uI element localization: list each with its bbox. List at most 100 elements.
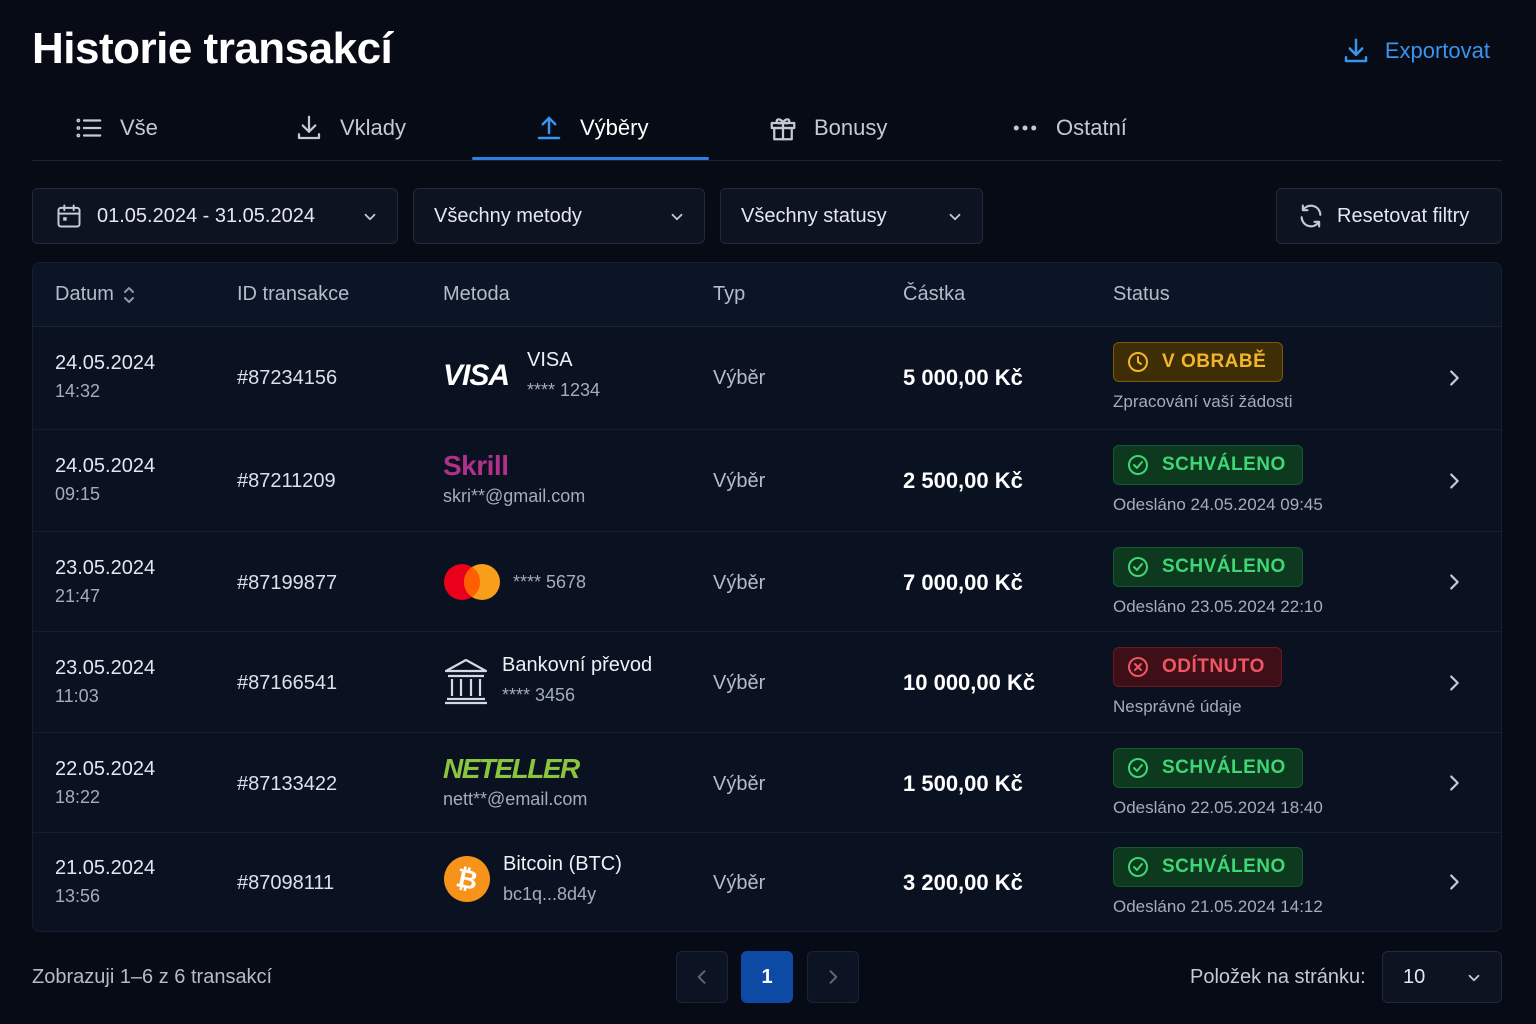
row-time: 09:15 [55,484,101,504]
check-circle-icon [1128,857,1148,877]
previous-page-button[interactable] [676,951,728,1003]
transaction-type: Výběr [713,572,766,594]
method-detail: skri**@gmail.com [443,486,586,506]
row-date: 24.05.2024 [55,455,156,477]
transaction-id: #87211209 [237,470,336,492]
status-label: SCHVÁLENO [1162,556,1286,577]
chevron-right-icon [829,970,838,984]
visa-logo-icon: VISA [443,359,510,392]
export-button[interactable]: Exportovat [1341,36,1490,66]
row-date: 23.05.2024 [55,657,156,679]
status-label: V OBRABĚ [1162,351,1267,372]
table-row[interactable]: 22.05.2024 18:22 #87133422 NETELLER nett… [33,733,1501,833]
method-detail: **** 1234 [527,380,601,400]
transactions-table: Datum ID transakce Metoda Typ Částka Sta… [32,262,1502,932]
table-row[interactable]: 23.05.2024 21:47 #87199877 **** 5678 Výb… [33,532,1501,632]
reset-filters-label: Resetovat filtry [1337,204,1470,227]
row-time: 18:22 [55,787,101,807]
tab-bonuses[interactable]: Bonusy [768,96,887,160]
row-date: 22.05.2024 [55,758,156,780]
method-filter[interactable]: Všechny metody [413,188,705,244]
table-row[interactable]: 21.05.2024 13:56 #87098111 ₿ Bitcoin (BT… [33,833,1501,931]
chevron-right-icon[interactable] [1443,772,1465,794]
tab-deposits[interactable]: Vklady [294,96,406,160]
status-label: SCHVÁLENO [1162,757,1286,778]
status-note: Odesláno 23.05.2024 22:10 [1113,597,1323,616]
transaction-id: #87098111 [237,872,335,894]
column-header-amount: Částka [903,283,965,306]
chevron-right-icon[interactable] [1443,571,1465,593]
table-header: Datum ID transakce Metoda Typ Částka Sta… [33,263,1501,327]
table-row[interactable]: 23.05.2024 11:03 #87166541 Bankovní přev… [33,632,1501,733]
bitcoin-icon: ₿ [444,856,490,902]
status-badge: SCHVÁLENO [1113,547,1303,587]
table-row[interactable]: 24.05.2024 14:32 #87234156 VISA VISA ***… [33,327,1501,430]
row-date: 24.05.2024 [55,352,156,374]
transaction-id: #87234156 [237,367,338,389]
transaction-amount: 10 000,00 Kč [903,670,1036,695]
chevron-down-icon [1468,974,1480,982]
tab-other[interactable]: Ostatní [1010,96,1127,160]
method-name: Bitcoin (BTC) [503,853,622,875]
status-note: Nesprávné údaje [1113,697,1242,716]
date-range-filter[interactable]: 01.05.2024 - 31.05.2024 [32,188,398,244]
status-note: Zpracování vaší žádosti [1113,392,1293,411]
chevron-right-icon[interactable] [1443,871,1465,893]
table-row[interactable]: 24.05.2024 09:15 #87211209 Skrill skri**… [33,430,1501,532]
column-label: Metoda [443,283,510,305]
tab-all[interactable]: Vše [74,96,158,160]
clock-icon [1128,352,1148,372]
status-badge: SCHVÁLENO [1113,445,1303,485]
gift-icon [770,118,796,141]
tab-withdrawals[interactable]: Výběry [534,96,648,160]
skrill-logo-icon: Skrill [443,450,509,481]
status-note: Odesláno 22.05.2024 18:40 [1113,798,1323,817]
row-time: 14:32 [55,381,101,401]
page-button-current[interactable]: 1 [741,951,793,1003]
tab-bar: Vše Vklady Výběry Bonusy Ostatní [32,96,1502,161]
transaction-amount: 1 500,00 Kč [903,771,1023,796]
page-title: Historie transakcí [32,24,393,73]
tab-label: Vklady [340,115,407,140]
column-label: ID transakce [237,283,350,305]
method-detail: bc1q...8d4y [503,884,597,904]
method-name: VISA [527,349,573,371]
next-page-button[interactable] [807,951,859,1003]
row-date: 23.05.2024 [55,557,156,579]
column-header-status: Status [1113,283,1170,306]
per-page-label: Položek na stránku: [1190,966,1366,988]
tab-label: Vše [120,115,158,140]
chevron-right-icon[interactable] [1443,470,1465,492]
status-badge: SCHVÁLENO [1113,847,1303,887]
bank-icon [444,658,488,705]
per-page-value: 10 [1403,965,1426,988]
status-label: SCHVÁLENO [1162,856,1286,877]
method-filter-value: Všechny metody [434,204,582,227]
pagination-summary: Zobrazuji 1–6 z 6 transakcí [32,966,273,988]
neteller-logo-icon: NETELLER [443,753,580,784]
column-header-method: Metoda [443,283,510,306]
check-circle-icon [1128,557,1148,577]
transaction-type: Výběr [713,872,766,894]
transaction-type: Výběr [713,470,766,492]
status-note: Odesláno 24.05.2024 09:45 [1113,495,1323,514]
method-detail: **** 3456 [502,685,576,705]
refresh-icon [1300,204,1322,228]
date-range-value: 01.05.2024 - 31.05.2024 [97,204,315,227]
status-label: ODÍTNUTO [1162,656,1265,677]
sort-icon [123,286,134,303]
check-circle-icon [1128,455,1148,475]
status-badge: V OBRABĚ [1113,342,1284,382]
status-label: SCHVÁLENO [1162,454,1286,475]
column-header-date[interactable]: Datum [55,283,136,306]
row-time: 21:47 [55,586,101,606]
tab-label: Ostatní [1056,115,1127,140]
reset-filters-button[interactable]: Resetovat filtry [1276,188,1502,244]
per-page-select[interactable]: 10 [1382,951,1502,1003]
upload-icon [537,116,561,140]
chevron-right-icon[interactable] [1443,672,1465,694]
row-date: 21.05.2024 [55,857,156,879]
chevron-right-icon[interactable] [1443,367,1465,389]
status-filter[interactable]: Všechny statusy [720,188,983,244]
column-label: Datum [55,283,114,305]
